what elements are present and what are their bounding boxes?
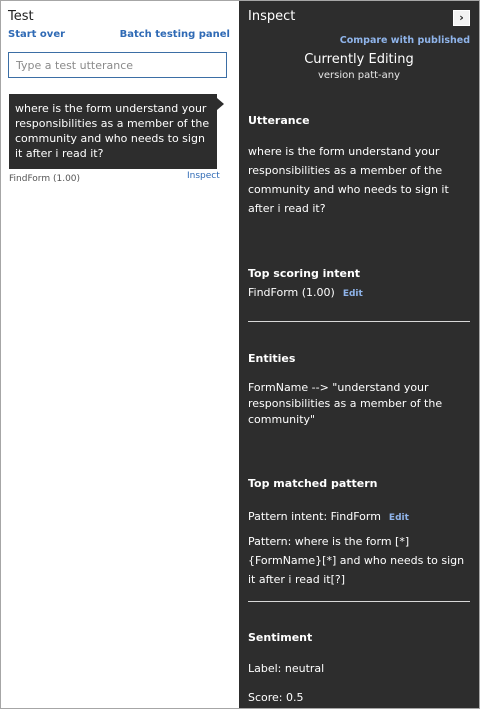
top-intent-heading: Top scoring intent xyxy=(248,267,361,280)
result-intent-score: FindForm (1.00) xyxy=(9,174,81,184)
edit-pattern-link[interactable]: Edit xyxy=(389,513,409,523)
divider xyxy=(248,321,470,322)
pattern-text: Pattern: where is the form [*] {FormName… xyxy=(248,535,465,586)
chevron-right-icon: › xyxy=(459,11,464,24)
utterance-heading: Utterance xyxy=(248,114,310,127)
batch-testing-panel-link[interactable]: Batch testing panel xyxy=(120,29,230,40)
inspect-link[interactable]: Inspect xyxy=(187,171,220,181)
utterance-text: where is the form understand your respon… xyxy=(248,145,449,215)
pattern-section: Top matched pattern xyxy=(248,474,473,493)
sentiment-label: Label: neutral xyxy=(248,662,325,675)
edit-intent-link[interactable]: Edit xyxy=(343,289,363,299)
top-intent-row: FindForm (1.00) Edit xyxy=(248,283,473,304)
bubble-pointer xyxy=(217,98,224,110)
utterance-bubble[interactable]: where is the form understand your respon… xyxy=(9,94,217,169)
pattern-intent: Pattern intent: FindForm xyxy=(248,510,381,523)
compare-with-published-link[interactable]: Compare with published xyxy=(340,35,470,46)
inspect-panel-title: Inspect xyxy=(248,9,296,24)
test-utterance-input[interactable] xyxy=(8,52,227,78)
currently-editing-label: Currently Editing xyxy=(304,52,414,67)
sentiment-heading: Sentiment xyxy=(248,631,313,644)
entities-text: FormName --> "understand your responsibi… xyxy=(248,381,443,426)
utterance-section: Utterance xyxy=(248,111,473,130)
version-label: version patt-any xyxy=(317,70,401,81)
entities-section: Entities xyxy=(248,349,473,368)
pattern-heading: Top matched pattern xyxy=(248,477,378,490)
start-over-link[interactable]: Start over xyxy=(8,29,65,40)
top-intent-section: Top scoring intent FindForm (1.00) Edit xyxy=(248,264,473,304)
pattern-intent-row: Pattern intent: FindForm Edit xyxy=(248,507,473,528)
sentiment-section: Sentiment xyxy=(248,628,473,647)
inspect-panel: Inspect › Compare with published Current… xyxy=(239,1,479,708)
test-panel: Test Start over Batch testing panel wher… xyxy=(1,1,238,708)
entities-heading: Entities xyxy=(248,352,296,365)
expand-panel-button[interactable]: › xyxy=(453,10,470,26)
divider xyxy=(248,601,470,602)
top-intent-value: FindForm (1.00) xyxy=(248,286,335,299)
sentiment-score: Score: 0.5 xyxy=(248,691,304,704)
test-panel-title: Test xyxy=(8,9,34,24)
